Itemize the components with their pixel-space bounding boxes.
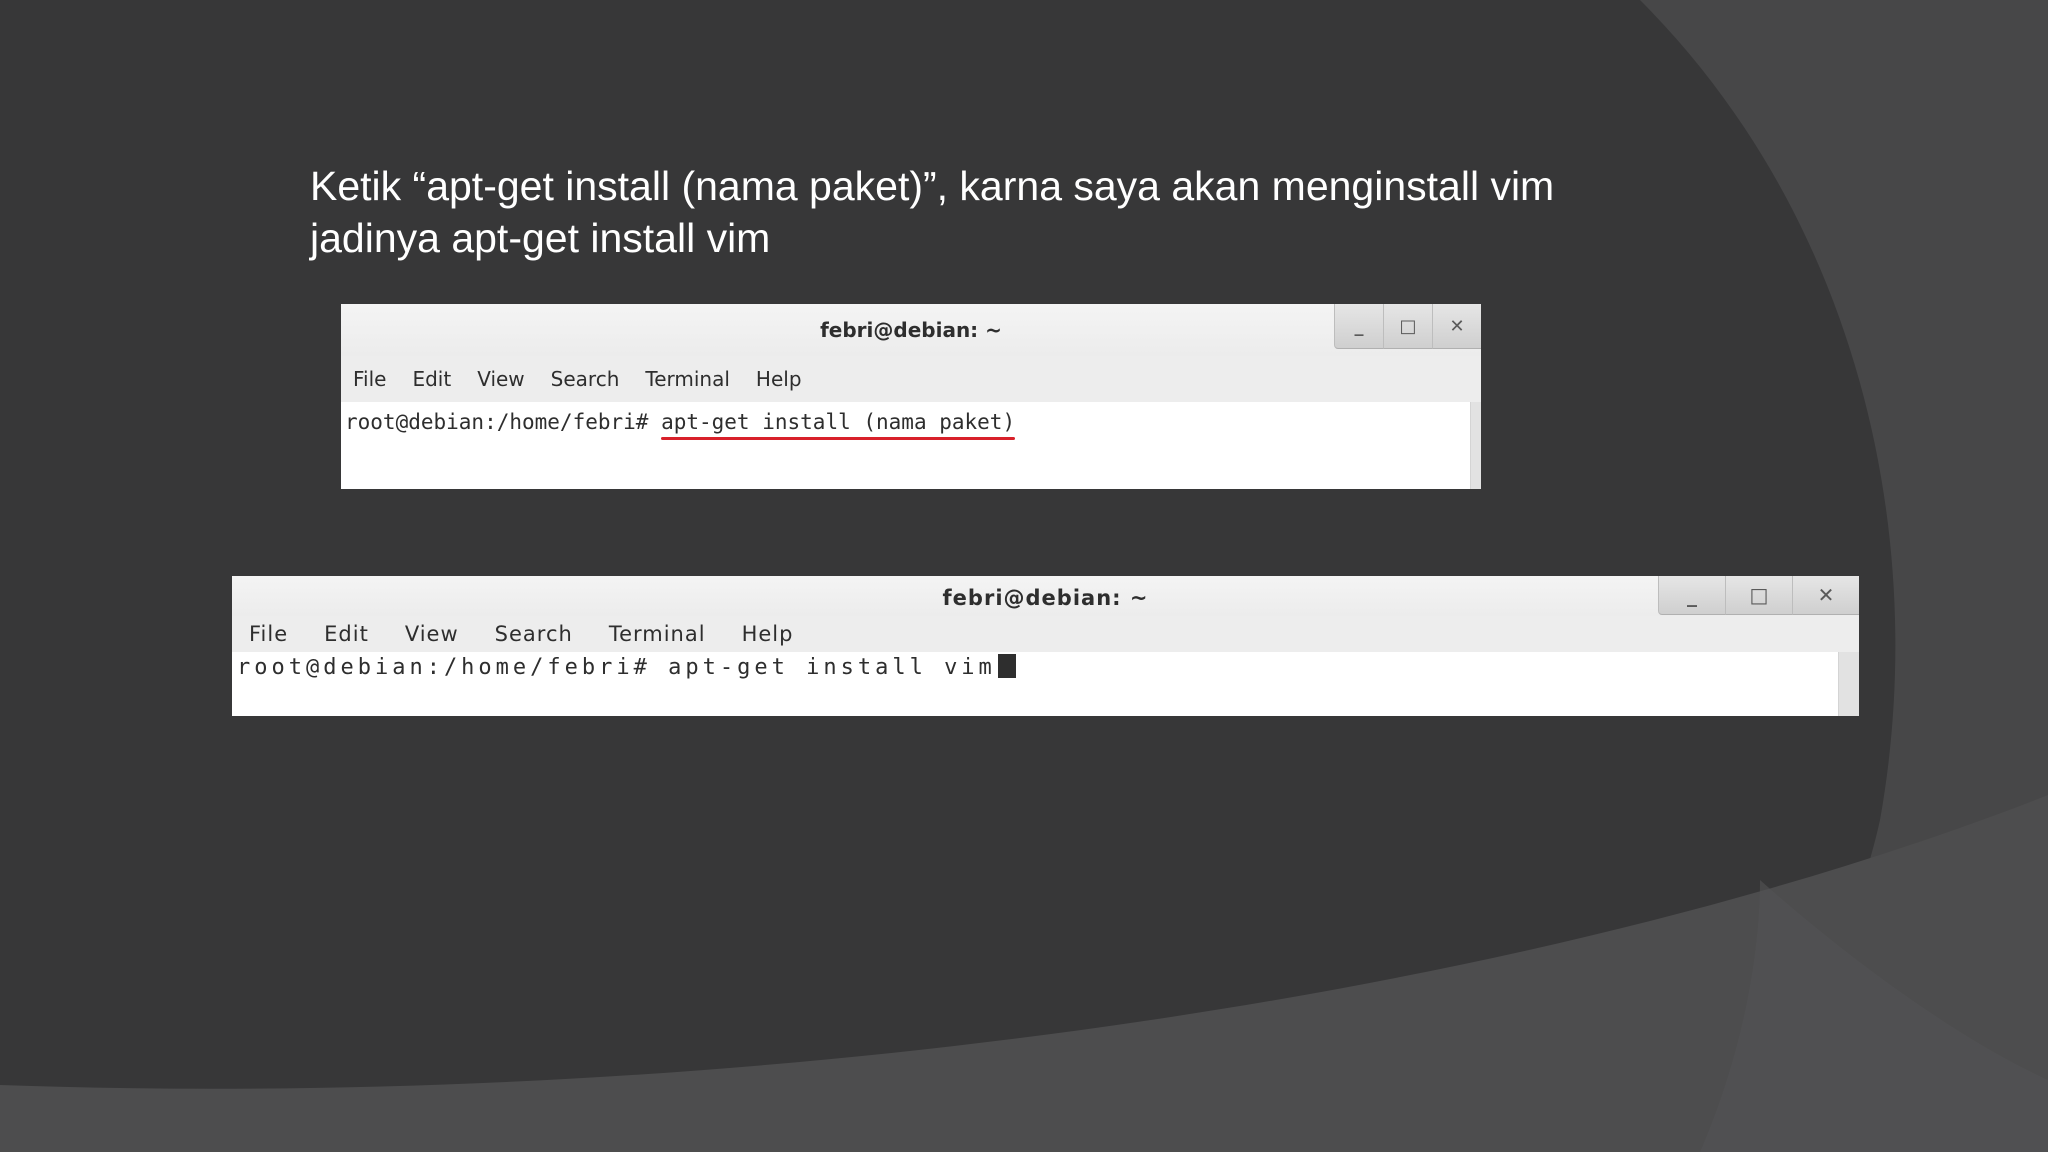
window-title: febri@debian: ~ — [820, 318, 1002, 342]
minimize-button[interactable]: _ — [1658, 576, 1725, 615]
close-button[interactable]: ✕ — [1432, 304, 1481, 349]
shell-prompt: root@debian:/home/febri# — [345, 410, 662, 434]
menubar: File Edit View Search Terminal Help — [232, 616, 1859, 652]
red-underline-annotation — [661, 437, 1016, 440]
menu-file[interactable]: File — [353, 367, 386, 391]
text-cursor — [997, 654, 1016, 678]
scrollbar[interactable] — [1838, 652, 1859, 716]
window-title: febri@debian: ~ — [942, 586, 1149, 610]
terminal-window-2[interactable]: febri@debian: ~ _ □ ✕ File Edit View Sea… — [232, 576, 1859, 716]
caption-line-1: Ketik “apt-get install (nama paket)”, ka… — [310, 163, 1555, 209]
terminal-window-1[interactable]: febri@debian: ~ _ □ ✕ File Edit View Sea… — [341, 304, 1481, 489]
menu-terminal[interactable]: Terminal — [609, 622, 706, 646]
scrollbar[interactable] — [1470, 402, 1481, 489]
shell-prompt: root@debian:/home/febri# — [237, 655, 669, 680]
menubar: File Edit View Search Terminal Help — [341, 356, 1481, 402]
menu-view[interactable]: View — [477, 367, 524, 391]
command-text: apt-get install (nama paket) — [661, 410, 1016, 434]
menu-edit[interactable]: Edit — [324, 622, 369, 646]
menu-file[interactable]: File — [249, 622, 288, 646]
terminal-output[interactable]: root@debian:/home/febri# apt-get install… — [232, 652, 1859, 716]
caption-line-2: jadinya apt-get install vim — [310, 215, 771, 261]
menu-edit[interactable]: Edit — [412, 367, 451, 391]
maximize-button[interactable]: □ — [1725, 576, 1792, 615]
menu-help[interactable]: Help — [756, 367, 802, 391]
menu-search[interactable]: Search — [551, 367, 620, 391]
menu-search[interactable]: Search — [495, 622, 573, 646]
typed-command: apt-get install (nama paket) — [661, 410, 1016, 440]
maximize-button[interactable]: □ — [1383, 304, 1432, 349]
window-controls: _ □ ✕ — [1658, 576, 1859, 615]
close-button[interactable]: ✕ — [1792, 576, 1859, 615]
minimize-button[interactable]: _ — [1334, 304, 1383, 349]
window-controls: _ □ ✕ — [1334, 304, 1481, 349]
terminal-titlebar[interactable]: febri@debian: ~ _ □ ✕ — [232, 576, 1859, 616]
menu-terminal[interactable]: Terminal — [645, 367, 730, 391]
menu-help[interactable]: Help — [742, 622, 794, 646]
menu-view[interactable]: View — [405, 622, 459, 646]
terminal-titlebar[interactable]: febri@debian: ~ _ □ ✕ — [341, 304, 1481, 356]
slide-caption: Ketik “apt-get install (nama paket)”, ka… — [310, 160, 1710, 264]
typed-command: apt-get install vim — [668, 655, 996, 680]
terminal-output[interactable]: root@debian:/home/febri# apt-get install… — [341, 402, 1481, 489]
